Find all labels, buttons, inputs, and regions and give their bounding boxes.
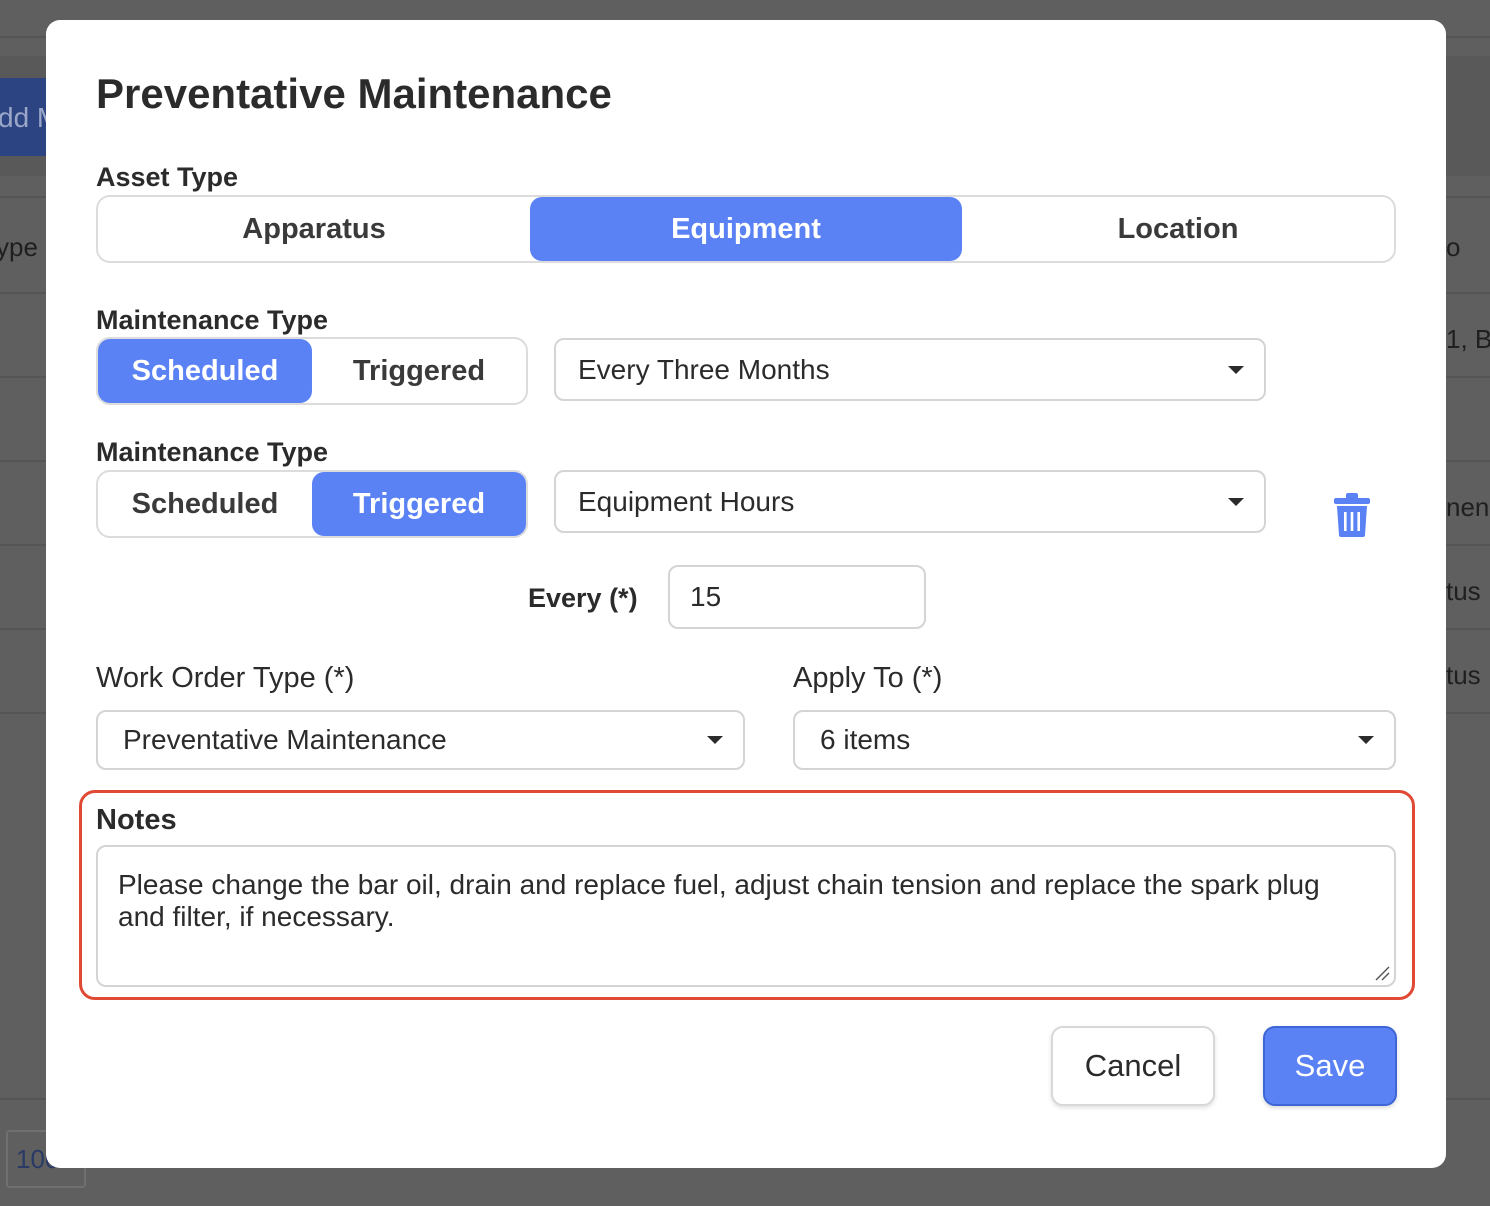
save-button[interactable]: Save (1263, 1026, 1397, 1106)
caret-down-icon (1228, 365, 1244, 374)
maintenance-type-triggered[interactable]: Triggered (312, 339, 526, 403)
maintenance-type-label: Maintenance Type (96, 305, 329, 335)
trash-icon[interactable] (1332, 492, 1372, 538)
maintenance-type-scheduled[interactable]: Scheduled (98, 472, 312, 536)
frequency-dropdown[interactable]: Every Three Months (554, 338, 1266, 401)
asset-type-apparatus[interactable]: Apparatus (98, 197, 530, 261)
maintenance-type-label: Maintenance Type (96, 437, 329, 467)
background-add-button: dd M (0, 78, 46, 156)
background-column-header: o (1446, 232, 1461, 262)
every-label: Every (*) (528, 583, 638, 613)
caret-down-icon (1228, 497, 1244, 506)
asset-type-location[interactable]: Location (962, 197, 1394, 261)
apply-to-label: Apply To (*) (793, 662, 943, 694)
asset-type-selector: Apparatus Equipment Location (96, 195, 1396, 263)
background-cell: nen (1446, 492, 1490, 522)
notes-text: Please change the bar oil, drain and rep… (118, 869, 1320, 932)
dialog-title: Preventative Maintenance (96, 70, 612, 117)
trigger-dropdown[interactable]: Equipment Hours (554, 470, 1266, 533)
background-cell: 1, B (1446, 324, 1490, 354)
apply-to-dropdown[interactable]: 6 items (793, 710, 1396, 770)
apply-to-value: 6 items (820, 724, 911, 755)
asset-type-equipment[interactable]: Equipment (530, 197, 962, 261)
cancel-button[interactable]: Cancel (1051, 1026, 1215, 1106)
every-value: 15 (690, 581, 722, 612)
maintenance-type-triggered[interactable]: Triggered (312, 472, 526, 536)
background-column-header: ype (0, 232, 38, 262)
work-order-type-label: Work Order Type (*) (96, 662, 355, 694)
resize-grip-icon[interactable] (1374, 965, 1390, 981)
trigger-value: Equipment Hours (578, 485, 795, 517)
frequency-value: Every Three Months (578, 353, 830, 385)
background-add-button-label: dd M (0, 102, 46, 133)
maintenance-type-scheduled[interactable]: Scheduled (98, 339, 312, 403)
notes-label: Notes (96, 804, 177, 836)
preventative-maintenance-dialog: Preventative Maintenance Asset Type Appa… (46, 20, 1446, 1168)
work-order-type-dropdown[interactable]: Preventative Maintenance (96, 710, 745, 770)
work-order-type-value: Preventative Maintenance (123, 724, 447, 755)
background-cell: tus (1446, 576, 1481, 606)
asset-type-label: Asset Type (96, 162, 239, 192)
every-input[interactable]: 15 (668, 565, 926, 629)
background-cell: tus (1446, 660, 1481, 690)
maintenance-type-selector: Scheduled Triggered (96, 337, 528, 405)
maintenance-type-selector: Scheduled Triggered (96, 470, 528, 538)
caret-down-icon (1358, 736, 1374, 744)
caret-down-icon (707, 736, 723, 744)
notes-textarea[interactable]: Please change the bar oil, drain and rep… (96, 845, 1396, 987)
